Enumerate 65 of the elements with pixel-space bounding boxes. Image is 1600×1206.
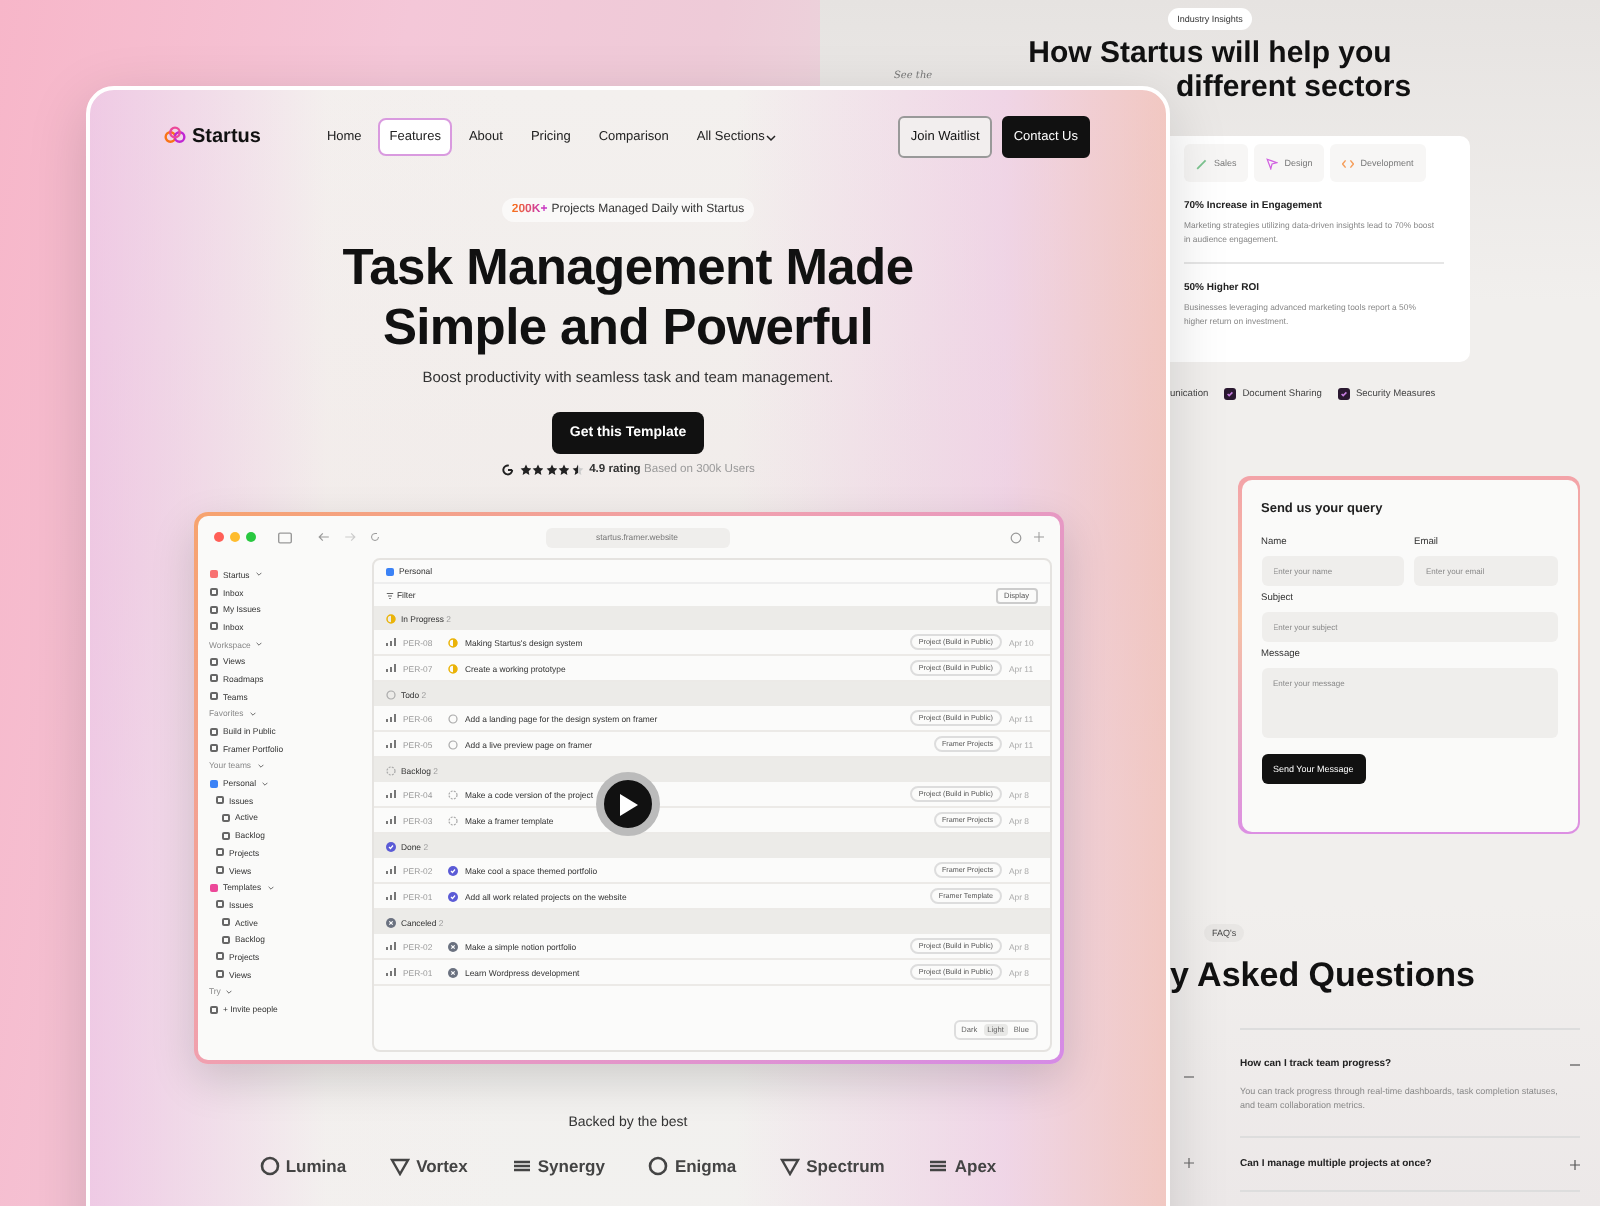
- priority-bars-icon: [385, 664, 395, 672]
- plus-icon: [1184, 1158, 1194, 1168]
- priority-bars-icon: [385, 816, 395, 824]
- logo-icon: [164, 126, 186, 148]
- partner-logo: Spectrum: [780, 1156, 885, 1176]
- priority-bars-icon: [385, 790, 395, 798]
- partner-logo: Apex: [928, 1156, 997, 1176]
- logo-mark-icon: [928, 1156, 949, 1176]
- priority-bars-icon: [385, 892, 395, 900]
- cursor-icon: [1266, 157, 1279, 169]
- empty-circle-icon: [447, 739, 457, 749]
- partner-logo: Enigma: [648, 1156, 737, 1176]
- minimize-dot-icon: [229, 532, 239, 542]
- priority-bars-icon: [385, 740, 395, 748]
- in-progress-icon: [447, 637, 457, 647]
- dashed-circle-icon: [385, 765, 395, 775]
- code-icon: [1342, 157, 1355, 169]
- logo-mark-icon: [259, 1156, 280, 1176]
- check-circle-icon: [385, 841, 395, 851]
- forward-arrow-icon: [343, 532, 355, 542]
- partner-logo: Synergy: [511, 1156, 605, 1176]
- in-progress-icon: [447, 663, 457, 673]
- section-heading: different sectors: [1176, 70, 1414, 104]
- cancel-circle-icon: [385, 917, 395, 927]
- priority-bars-icon: [385, 714, 395, 722]
- priority-bars-icon: [385, 638, 395, 646]
- section-heading: y Asked Questions: [1170, 956, 1477, 996]
- g-logo-icon: [501, 464, 514, 476]
- workspace-icon: [209, 570, 217, 579]
- back-arrow-icon: [317, 532, 329, 542]
- page-icon: [209, 1005, 217, 1014]
- minus-icon: [1184, 1072, 1194, 1082]
- empty-circle-icon: [447, 713, 457, 723]
- check-circle-icon: [447, 865, 457, 875]
- play-icon: [618, 793, 638, 815]
- team-icon: [385, 567, 393, 575]
- section-heading: How Startus will help you: [1028, 36, 1392, 70]
- zoom-dot-icon: [245, 532, 255, 542]
- priority-bars-icon: [385, 866, 395, 874]
- close-dot-icon: [213, 532, 223, 542]
- logo-mark-icon: [390, 1156, 411, 1176]
- info-icon: [1009, 531, 1021, 543]
- check-circle-icon: [447, 891, 457, 901]
- hero-title: Task Management Made: [342, 238, 914, 298]
- empty-circle-icon: [385, 689, 395, 699]
- hero-title: Simple and Powerful: [380, 298, 876, 358]
- partner-logo: Lumina: [259, 1156, 347, 1176]
- cancel-circle-icon: [447, 967, 457, 977]
- sidebar-toggle-icon: [277, 531, 291, 543]
- logo-mark-icon: [511, 1156, 532, 1176]
- filter-icon: [385, 591, 393, 599]
- plus-icon: [1033, 532, 1043, 542]
- priority-bars-icon: [385, 942, 395, 950]
- dashed-circle-icon: [447, 789, 457, 799]
- in-progress-icon: [385, 613, 395, 623]
- priority-bars-icon: [385, 968, 395, 976]
- cancel-circle-icon: [447, 941, 457, 951]
- logo-mark-icon: [648, 1156, 669, 1176]
- partner-logo: Vortex: [390, 1156, 468, 1176]
- pen-icon: [1196, 157, 1208, 169]
- logo-mark-icon: [780, 1156, 801, 1176]
- half-star-icon: [571, 464, 584, 476]
- brand-name: Startus: [192, 126, 261, 148]
- reload-icon: [369, 532, 379, 542]
- dashed-circle-icon: [447, 815, 457, 825]
